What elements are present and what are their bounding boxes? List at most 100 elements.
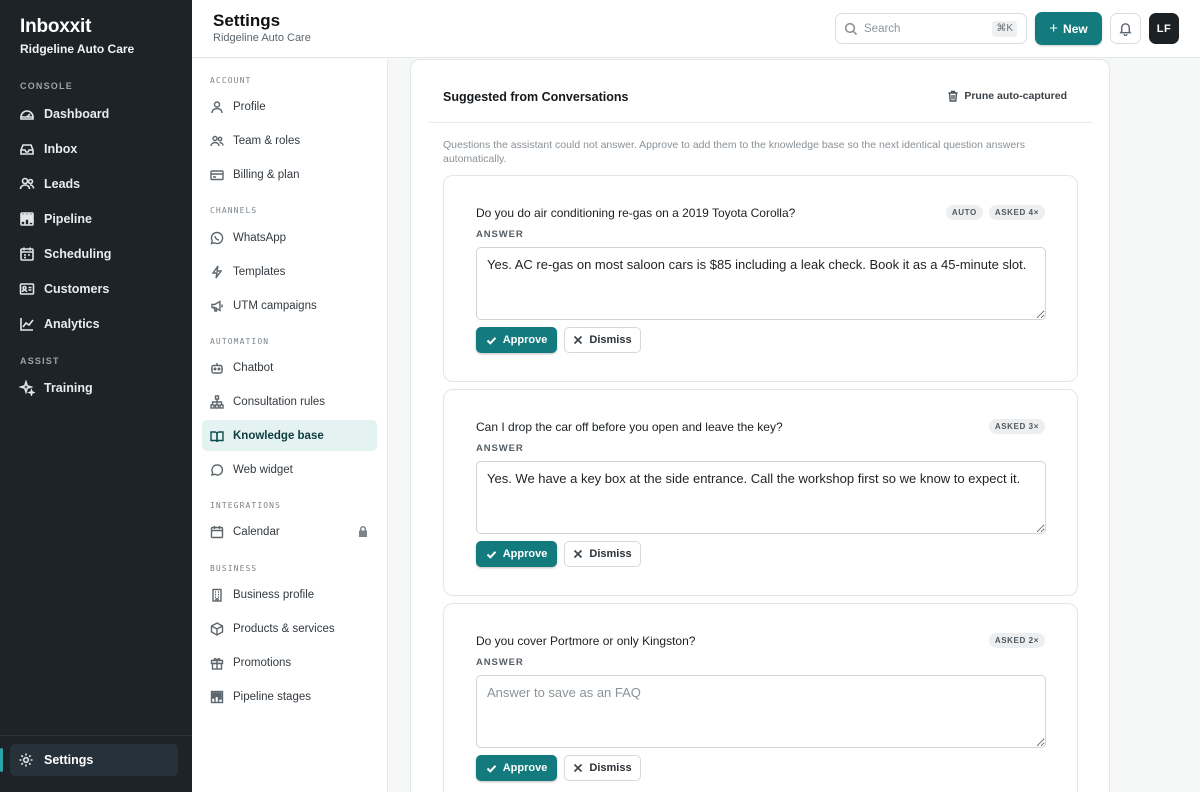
nav-item-utm-campaigns[interactable]: UTM campaigns [202,290,377,321]
nav-item-promotions[interactable]: Promotions [202,647,377,678]
suggestion-card: Do you do air conditioning re-gas on a 2… [443,175,1078,382]
workspace-name: Ridgeline Auto Care [20,42,135,56]
rail-item-label: Scheduling [44,247,112,261]
nav-item-consultation-rules[interactable]: Consultation rules [202,386,377,417]
answer-field[interactable] [476,247,1046,320]
rail-item-label: Pipeline [44,212,92,226]
rail-item-training[interactable]: Training [18,374,178,402]
rail-item-inbox[interactable]: Inbox [18,135,178,163]
nav-item-knowledge-base[interactable]: Knowledge base [202,420,377,451]
nav-item-calendar[interactable]: Calendar [202,516,377,547]
search-icon [844,22,858,36]
lightning-icon [210,265,224,279]
nav-item-label: Knowledge base [233,429,324,442]
check-icon [486,335,503,346]
answer-field[interactable] [476,461,1046,534]
nav-item-label: Billing & plan [233,168,300,181]
nav-item-pipeline-stages[interactable]: Pipeline stages [202,681,377,712]
approve-button[interactable]: Approve [476,327,557,353]
nav-item-label: WhatsApp [233,231,287,244]
main-content: Suggested from Conversations Prune auto-… [388,59,1200,792]
nav-item-label: Promotions [233,656,292,669]
nav-item-label: Team & roles [233,134,301,147]
new-button-label: New [1063,21,1088,36]
answer-field[interactable] [476,675,1046,748]
nav-section-automation: AUTOMATION [210,337,270,346]
rail-item-customers[interactable]: Customers [18,275,178,303]
users-icon [18,175,36,193]
nav-section-channels: CHANNELS [210,206,258,215]
avatar[interactable]: LF [1149,13,1179,44]
gift-icon [210,656,224,670]
rail-item-scheduling[interactable]: Scheduling [18,240,178,268]
nav-item-chatbot[interactable]: Chatbot [202,352,377,383]
kanban-icon [210,690,224,704]
approve-button[interactable]: Approve [476,541,557,567]
rail-item-label: Training [44,381,93,395]
auto-badge: AUTO [945,205,983,220]
console-section-label: CONSOLE [20,81,73,91]
close-icon [573,763,589,773]
approve-label: Approve [502,762,548,774]
lock-icon [357,525,369,541]
nav-item-label: Web widget [233,463,293,476]
rail-item-label: Settings [44,753,94,767]
gear-icon [18,752,44,768]
whatsapp-icon [210,231,224,245]
nav-item-products-services[interactable]: Products & services [202,613,377,644]
suggestion-card: Do you cover Portmore or only Kingston? … [443,603,1078,792]
megaphone-icon [210,299,224,313]
dashboard-icon [18,105,36,123]
answer-label: ANSWER [476,229,524,240]
suggestion-card: Can I drop the car off before you open a… [443,389,1078,596]
answer-label: ANSWER [476,443,524,454]
suggestion-question: Do you cover Portmore or only Kingston? [476,634,696,648]
nav-item-team-roles[interactable]: Team & roles [202,125,377,156]
dismiss-button[interactable]: Dismiss [564,755,641,781]
id-card-icon [18,280,36,298]
search-shortcut: ⌘K [992,21,1017,37]
rail-item-label: Dashboard [44,107,110,121]
nav-section-business: BUSINESS [210,564,258,573]
plus-icon: + [1049,20,1059,37]
rail-item-leads[interactable]: Leads [18,170,178,198]
inbox-icon [18,140,36,158]
app-logo[interactable]: Inboxxit [20,16,91,38]
nav-item-whatsapp[interactable]: WhatsApp [202,222,377,253]
building-icon [210,588,224,602]
prune-label: Prune auto-captured [964,90,1067,102]
search-input[interactable]: Search ⌘K [835,13,1027,44]
check-icon [486,763,503,774]
hierarchy-icon [210,394,224,409]
top-header: Settings Ridgeline Auto Care Search ⌘K +… [192,0,1200,58]
assist-section-label: ASSIST [20,356,60,366]
prune-auto-captured-button[interactable]: Prune auto-captured [947,90,1067,102]
approve-button[interactable]: Approve [476,755,557,781]
page-subtitle: Ridgeline Auto Care [213,32,311,44]
dismiss-button[interactable]: Dismiss [564,327,641,353]
user-icon [210,100,224,114]
notifications-button[interactable] [1110,13,1141,44]
rail-item-dashboard[interactable]: Dashboard [18,100,178,128]
pipeline-icon [18,210,36,228]
settings-nav: ACCOUNT Profile Team & roles Billing & p… [192,59,388,792]
nav-item-billing[interactable]: Billing & plan [202,159,377,190]
box-icon [210,621,224,636]
bell-icon [1118,21,1133,36]
primary-sidebar: Inboxxit Ridgeline Auto Care CONSOLE Das… [0,0,192,792]
nav-item-profile[interactable]: Profile [202,91,377,122]
credit-card-icon [210,168,224,182]
nav-item-business-profile[interactable]: Business profile [202,579,377,610]
nav-item-label: Products & services [233,622,335,635]
suggestion-badges: ASKED 2× [988,633,1045,648]
nav-item-web-widget[interactable]: Web widget [202,454,377,485]
nav-item-label: Business profile [233,588,315,601]
calendar-icon [210,525,224,539]
rail-item-settings[interactable]: Settings [0,744,178,776]
dismiss-button[interactable]: Dismiss [564,541,641,567]
new-button[interactable]: + New [1035,12,1102,45]
rail-item-analytics[interactable]: Analytics [18,310,178,338]
nav-item-label: Profile [233,100,266,113]
rail-item-pipeline[interactable]: Pipeline [18,205,178,233]
nav-item-templates[interactable]: Templates [202,256,377,287]
